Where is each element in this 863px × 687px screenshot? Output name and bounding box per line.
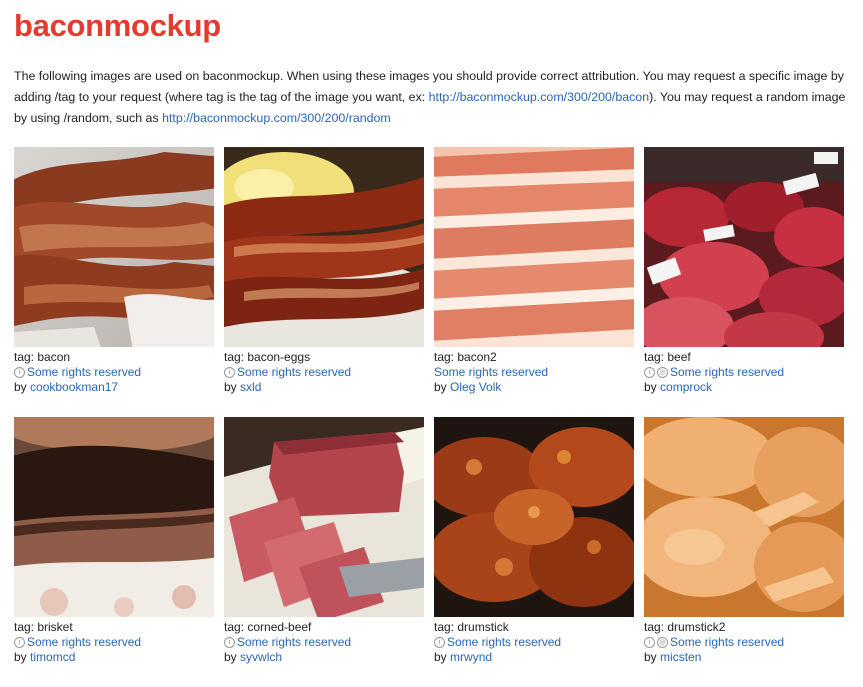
image-card-bacon2: tag: bacon2 Some rights reserved by Oleg… — [434, 147, 634, 417]
by-label: by — [224, 380, 237, 394]
image-card-bacon: tag: bacon i Some rights reserved by coo… — [14, 147, 214, 417]
bacon-photo[interactable] — [14, 147, 214, 347]
author-link[interactable]: mrwynd — [450, 650, 492, 664]
example-tag-link[interactable]: http://baconmockup.com/300/200/bacon — [429, 90, 649, 104]
image-card-brisket: tag: brisket i Some rights reserved by t… — [14, 417, 214, 687]
author-link[interactable]: sxld — [240, 380, 261, 394]
image-tag: tag: brisket — [14, 620, 73, 634]
beef-photo[interactable] — [644, 147, 844, 347]
image-card-drumstick2: tag: drumstick2 i ◎ Some rights reserved… — [644, 417, 844, 687]
drumstick2-photo[interactable] — [644, 417, 844, 617]
rights-link[interactable]: Some rights reserved — [237, 635, 351, 649]
author-link[interactable]: micsten — [660, 650, 701, 664]
by-icon: i — [434, 636, 445, 648]
image-tag: tag: drumstick — [434, 620, 509, 634]
image-card-drumstick: tag: drumstick i Some rights reserved by… — [434, 417, 634, 687]
intro-paragraph: The following images are used on baconmo… — [14, 66, 849, 129]
by-label: by — [644, 380, 657, 394]
image-tag: tag: bacon-eggs — [224, 350, 311, 364]
bacon2-photo[interactable] — [434, 147, 634, 347]
image-card-bacon-eggs: tag: bacon-eggs i Some rights reserved b… — [224, 147, 424, 417]
image-card-corned-beef: tag: corned-beef i Some rights reserved … — [224, 417, 424, 687]
author-link[interactable]: timomcd — [30, 650, 75, 664]
by-label: by — [434, 380, 447, 394]
image-tag: tag: corned-beef — [224, 620, 312, 634]
image-tag: tag: beef — [644, 350, 691, 364]
rights-link[interactable]: Some rights reserved — [670, 635, 784, 649]
image-tag: tag: bacon — [14, 350, 71, 364]
rights-link[interactable]: Some rights reserved — [27, 635, 141, 649]
bacon-eggs-photo[interactable] — [224, 147, 424, 347]
example-random-link[interactable]: http://baconmockup.com/300/200/random — [162, 111, 391, 125]
by-label: by — [14, 380, 27, 394]
rights-link[interactable]: Some rights reserved — [27, 365, 141, 379]
author-link[interactable]: comprock — [660, 380, 712, 394]
by-label: by — [644, 650, 657, 664]
drumstick-photo[interactable] — [434, 417, 634, 617]
rights-link[interactable]: Some rights reserved — [434, 365, 548, 379]
by-label: by — [14, 650, 27, 664]
sa-icon: ◎ — [657, 366, 668, 378]
by-icon: i — [644, 636, 655, 648]
rights-link[interactable]: Some rights reserved — [237, 365, 351, 379]
author-link[interactable]: syvwlch — [240, 650, 282, 664]
image-grid: tag: bacon i Some rights reserved by coo… — [14, 147, 854, 687]
author-link[interactable]: Oleg Volk — [450, 380, 501, 394]
image-tag: tag: drumstick2 — [644, 620, 726, 634]
by-icon: i — [224, 636, 235, 648]
by-icon: i — [644, 366, 655, 378]
corned-beef-photo[interactable] — [224, 417, 424, 617]
by-label: by — [434, 650, 447, 664]
by-icon: i — [14, 636, 25, 648]
sa-icon: ◎ — [657, 636, 668, 648]
brisket-photo[interactable] — [14, 417, 214, 617]
rights-link[interactable]: Some rights reserved — [447, 635, 561, 649]
by-icon: i — [224, 366, 235, 378]
rights-link[interactable]: Some rights reserved — [670, 365, 784, 379]
by-label: by — [224, 650, 237, 664]
image-card-beef: tag: beef i ◎ Some rights reserved by co… — [644, 147, 844, 417]
author-link[interactable]: cookbookman17 — [30, 380, 118, 394]
page: baconmockup The following images are use… — [0, 0, 863, 677]
image-tag: tag: bacon2 — [434, 350, 497, 364]
page-title: baconmockup — [14, 8, 221, 43]
by-icon: i — [14, 366, 25, 378]
